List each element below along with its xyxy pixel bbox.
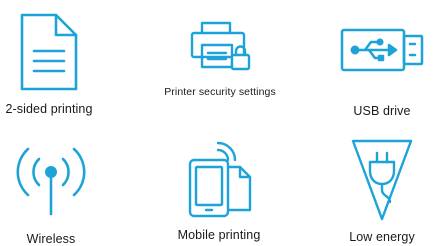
feature-label: Printer security settings [164,86,276,98]
low-energy-icon [350,136,414,224]
feature-printer-security-settings: Printer security settings [147,14,293,98]
feature-two-sided-printing: 2-sided printing [0,8,122,116]
feature-label: 2-sided printing [5,102,93,116]
mobile-printing-icon [184,136,254,222]
feature-label: Mobile printing [177,228,261,242]
document-icon [18,8,80,96]
feature-grid: 2-sided printing Printer security settin… [0,0,439,246]
feature-wireless: Wireless [0,142,124,246]
usb-drive-icon [339,10,425,90]
printer-lock-icon [189,14,251,78]
feature-label: Wireless [26,232,76,246]
wireless-icon [13,142,89,218]
feature-label: USB drive [353,104,411,118]
feature-low-energy: Low energy [309,136,439,244]
feature-mobile-printing: Mobile printing [146,136,292,242]
feature-label: Low energy [349,230,415,244]
feature-usb-drive: USB drive [309,10,439,118]
